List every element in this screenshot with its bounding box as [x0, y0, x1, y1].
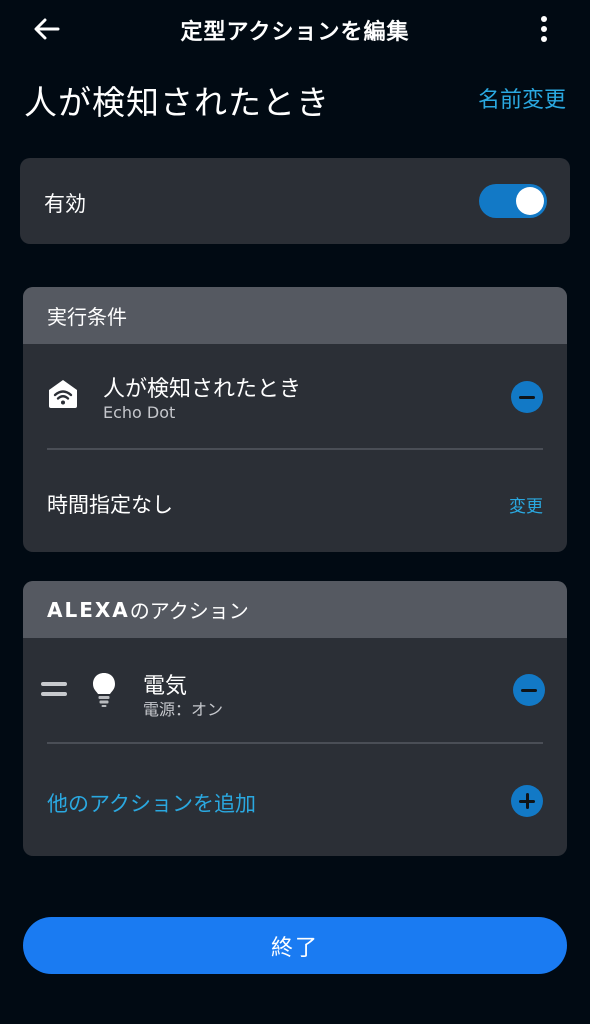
divider	[47, 448, 543, 450]
action-item-detail: 電源：オン	[143, 700, 224, 719]
actions-header-suffix: のアクション	[129, 599, 249, 623]
enabled-label: 有効	[44, 192, 86, 216]
top-app-bar: 定型アクションを編集	[0, 0, 590, 58]
page-title: 定型アクションを編集	[180, 20, 410, 45]
remove-action-button[interactable]	[513, 674, 545, 706]
schedule-label: 時間指定なし	[47, 493, 173, 517]
home-wifi-icon	[49, 380, 77, 408]
schedule-change-link[interactable]: 変更	[509, 492, 543, 517]
actions-header-brand: ALEXA	[47, 597, 130, 622]
minus-icon	[521, 688, 537, 692]
divider	[47, 742, 543, 744]
minus-icon	[519, 395, 535, 399]
light-bulb-icon	[93, 673, 115, 707]
enabled-card: 有効	[20, 158, 570, 244]
add-action-button[interactable]	[511, 785, 543, 817]
remove-trigger-button[interactable]	[511, 381, 543, 413]
conditions-header: 実行条件	[23, 287, 567, 344]
add-action-link[interactable]: 他のアクションを追加	[47, 788, 256, 818]
enabled-toggle[interactable]	[479, 184, 547, 218]
trigger-title: 人が検知されたとき	[103, 377, 302, 402]
trigger-device: Echo Dot	[103, 403, 176, 422]
alexa-actions-card: ALEXA のアクション 電気 電源：オン 他のアクションを追加	[23, 581, 567, 856]
more-vertical-icon	[541, 16, 547, 42]
drag-handle-icon[interactable]	[41, 682, 67, 698]
routine-name: 人が検知されたとき	[24, 83, 330, 122]
conditions-card: 実行条件 人が検知されたとき Echo Dot 時間指定なし 変更	[23, 287, 567, 552]
done-button[interactable]: 終了	[23, 917, 567, 974]
rename-link[interactable]: 名前変更	[478, 82, 566, 114]
more-options-button[interactable]	[530, 12, 558, 46]
toggle-knob	[516, 187, 544, 215]
actions-header: ALEXA のアクション	[23, 581, 567, 638]
